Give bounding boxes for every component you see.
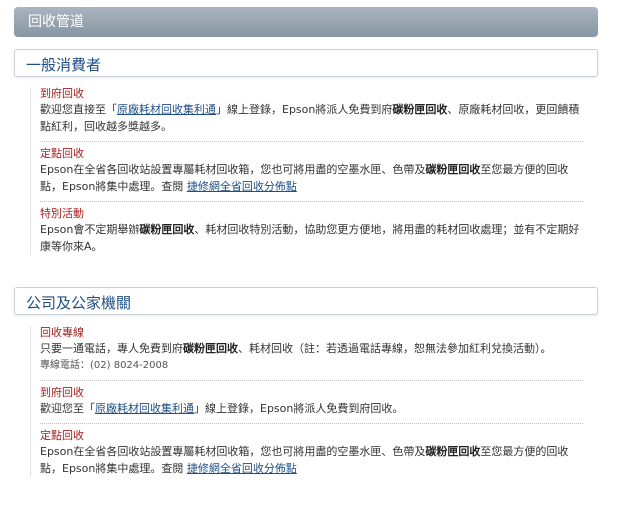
section-content-consumers: 到府回收 歡迎您直接至「原廠耗材回收集利通」線上登錄，Epson將派人免費到府碳…: [30, 87, 583, 255]
item-title: 回收專線: [40, 326, 84, 339]
page-title-bar: 回收管道: [14, 7, 598, 37]
item-title: 到府回收: [40, 87, 84, 100]
keyword: 碳粉匣回收: [183, 342, 238, 355]
divider: [40, 423, 583, 424]
collection-link[interactable]: 原廠耗材回收集利通: [95, 402, 194, 415]
keyword: 碳粉匣回收: [425, 163, 481, 176]
item-home-pickup: 到府回收 歡迎您直接至「原廠耗材回收集利通」線上登錄，Epson將派人免費到府碳…: [40, 87, 583, 135]
item-home-pickup: 到府回收 歡迎您至「原廠耗材回收集利通」線上登錄，Epson將派人免費到府回收。: [40, 386, 583, 417]
dropoff-locations-link[interactable]: 捷修網全省回收分佈點: [187, 462, 297, 475]
divider: [40, 141, 583, 142]
collection-link[interactable]: 原廠耗材回收集利通: [117, 103, 216, 116]
item-description: 只要一通電話，專人免費到府碳粉匣回收、耗材回收（註：若透過電話專線，恕無法參加紅…: [40, 342, 552, 355]
section-title: 公司及公家機關: [26, 294, 132, 312]
item-special-events: 特別活動 Epson會不定期舉辦碳粉匣回收、耗材回收特別活動，協助您更方便地，將…: [40, 207, 583, 255]
divider: [40, 201, 583, 202]
item-title: 特別活動: [40, 207, 84, 220]
item-dropoff: 定點回收 Epson在全省各回收站設置專屬耗材回收箱，您也可將用盡的空墨水匣、色…: [40, 429, 583, 477]
item-description: 歡迎您至「原廠耗材回收集利通」線上登錄，Epson將派人免費到府回收。: [40, 402, 404, 415]
item-description: Epson會不定期舉辦碳粉匣回收、耗材回收特別活動，協助您更方便地，將用盡的耗材…: [40, 223, 580, 253]
divider: [40, 380, 583, 381]
item-dropoff: 定點回收 Epson在全省各回收站設置專屬耗材回收箱，您也可將用盡的空墨水匣、色…: [40, 147, 583, 195]
section-title: 一般消費者: [26, 56, 102, 74]
hotline-phone: 專線電話：(02) 8024-2008: [40, 360, 169, 371]
keyword: 碳粉匣回收: [425, 445, 481, 458]
item-hotline: 回收專線 只要一通電話，專人免費到府碳粉匣回收、耗材回收（註：若透過電話專線，恕…: [40, 326, 583, 374]
item-description: 歡迎您直接至「原廠耗材回收集利通」線上登錄，Epson將派人免費到府碳粉匣回收、…: [40, 103, 580, 133]
item-title: 定點回收: [40, 147, 84, 160]
item-description: Epson在全省各回收站設置專屬耗材回收箱，您也可將用盡的空墨水匣、色帶及碳粉匣…: [40, 163, 569, 193]
item-title: 定點回收: [40, 429, 84, 442]
keyword: 碳粉匣回收: [139, 223, 195, 236]
page-title: 回收管道: [28, 14, 84, 30]
section-header-consumers: 一般消費者: [14, 49, 598, 77]
item-description: Epson在全省各回收站設置專屬耗材回收箱，您也可將用盡的空墨水匣、色帶及碳粉匣…: [40, 445, 569, 475]
item-title: 到府回收: [40, 386, 84, 399]
section-content-business: 回收專線 只要一通電話，專人免費到府碳粉匣回收、耗材回收（註：若透過電話專線，恕…: [30, 326, 583, 477]
keyword: 碳粉匣回收: [392, 103, 448, 116]
section-header-business: 公司及公家機關: [14, 287, 598, 315]
dropoff-locations-link[interactable]: 捷修網全省回收分佈點: [187, 180, 297, 193]
